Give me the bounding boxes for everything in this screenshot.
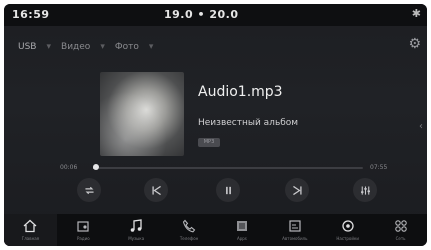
tab-usb[interactable]: USB <box>18 42 36 52</box>
source-tabs: USB ▾ Видео ▾ Фото ▾ <box>18 40 153 54</box>
album-name: Неизвестный альбом <box>198 118 299 128</box>
equalizer-button[interactable] <box>353 178 377 202</box>
chevron-down-icon: ▾ <box>46 42 52 52</box>
pause-icon <box>225 186 231 194</box>
nav-network[interactable]: Сеть <box>374 214 427 246</box>
repeat-button[interactable] <box>77 178 101 202</box>
climate-readout: 19.0 • 20.0 <box>164 8 239 21</box>
tab-video[interactable]: Видео <box>61 42 90 52</box>
repeat-icon <box>84 186 94 194</box>
nav-home[interactable]: Главная <box>4 214 57 246</box>
next-button[interactable] <box>285 178 309 202</box>
nav-radio[interactable]: Радио <box>57 214 110 246</box>
album-art-shade <box>100 72 184 156</box>
home-icon <box>23 219 37 233</box>
previous-button[interactable] <box>144 178 168 202</box>
bluetooth-icon: ✱ <box>411 7 421 20</box>
music-icon <box>130 219 142 232</box>
settings-icon <box>342 220 354 232</box>
previous-track-icon <box>151 185 161 195</box>
status-bar: 16:59 19.0 • 20.0 ✱ <box>4 4 427 26</box>
phone-icon <box>182 219 196 233</box>
format-badge: MP3 <box>198 138 220 147</box>
car-icon <box>289 220 301 232</box>
nav-label: Автомобиль <box>282 236 308 241</box>
chevron-left-icon[interactable]: ‹ <box>419 121 423 132</box>
equalizer-icon <box>360 185 370 195</box>
progress-bar[interactable] <box>93 167 363 169</box>
album-art <box>100 72 184 156</box>
chevron-down-icon: ▾ <box>148 42 154 52</box>
bottom-nav: Главная Радио Музыка Телефон Apps Автомо… <box>4 214 427 246</box>
total-time: 07:55 <box>370 164 388 171</box>
progress-knob[interactable] <box>92 164 99 170</box>
nav-label: Радио <box>76 236 90 241</box>
nav-label: Apps <box>236 236 247 241</box>
pause-button[interactable] <box>216 178 240 202</box>
nav-car[interactable]: Автомобиль <box>268 214 321 246</box>
nav-music[interactable]: Музыка <box>110 214 163 246</box>
radio-icon <box>77 221 89 232</box>
chevron-down-icon: ▾ <box>100 42 105 52</box>
network-icon <box>394 220 407 232</box>
clock: 16:59 <box>12 8 50 21</box>
nav-label: Музыка <box>128 236 145 241</box>
nav-settings[interactable]: Настройки <box>321 214 374 246</box>
track-title: Audio1.mp3 <box>198 84 283 100</box>
nav-label: Главная <box>21 236 40 241</box>
nav-apps[interactable]: Apps <box>216 214 269 246</box>
nav-label: Телефон <box>179 236 199 241</box>
nav-label: Настройки <box>336 236 359 241</box>
nav-label: Сеть <box>395 236 406 241</box>
nav-phone[interactable]: Телефон <box>163 214 216 246</box>
apps-icon <box>236 221 247 231</box>
elapsed-time: 00:06 <box>60 164 78 171</box>
tab-photo[interactable]: Фото <box>115 42 139 52</box>
media-player-screen: 16:59 19.0 • 20.0 ✱ USB ▾ Видео ▾ Фото ▾… <box>4 4 427 246</box>
gear-icon[interactable]: ⚙ <box>408 36 421 52</box>
next-track-icon <box>292 185 302 195</box>
